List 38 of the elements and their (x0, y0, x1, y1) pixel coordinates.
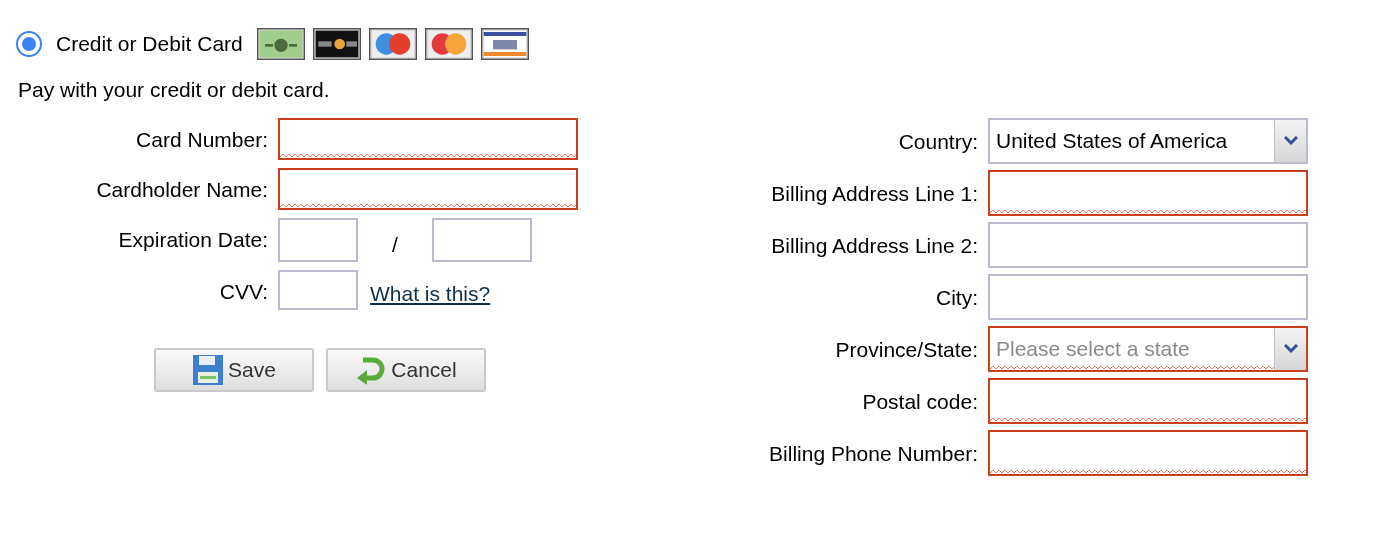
chevron-down-icon (1283, 136, 1298, 145)
field-label: Card Number: (135, 126, 269, 153)
field-label: City: (935, 284, 979, 311)
input-field[interactable] (988, 377, 1308, 424)
card-logo-icon (254, 28, 307, 60)
field-label: Billing Address Line 2: (770, 232, 979, 259)
chevron-down-icon (1283, 344, 1298, 353)
input-field[interactable] (988, 169, 1308, 216)
card-logo-icon (422, 28, 475, 60)
dropdown-placeholder: Please select a state (996, 335, 1190, 362)
cancel-button[interactable]: Cancel (326, 347, 486, 392)
field-label: Expiration Date: (117, 226, 269, 253)
field-label: Billing Address Line 1: (770, 180, 979, 207)
card-logo-icon (478, 28, 531, 60)
input-field[interactable] (988, 221, 1308, 268)
field-label: Postal code: (861, 388, 979, 415)
card-logo-icon (310, 28, 363, 60)
help-link[interactable]: What is this? (370, 278, 491, 310)
input-field[interactable] (278, 167, 578, 210)
dropdown-value: United States of America (996, 127, 1228, 154)
card-logo-icon (366, 28, 419, 60)
save-button[interactable]: Save (154, 347, 314, 392)
payment-option-label: Credit or Debit Card (56, 31, 243, 58)
date-separator: / (392, 231, 398, 258)
input-field[interactable] (278, 117, 578, 160)
radio-button[interactable] (16, 31, 42, 57)
input-field[interactable] (988, 273, 1308, 320)
field-label: Billing Phone Number: (768, 440, 979, 467)
input-field[interactable] (278, 217, 358, 262)
field-label: Province/State: (834, 336, 979, 363)
input-field[interactable] (431, 217, 532, 262)
field-label: Cardholder Name: (95, 176, 269, 203)
input-field[interactable] (988, 429, 1308, 476)
field-label: Country: (897, 128, 979, 155)
input-field[interactable] (278, 269, 358, 310)
description: Pay with your credit or debit card. (18, 77, 331, 103)
dropdown[interactable]: United States of America (988, 117, 1308, 164)
field-label: CVV: (218, 278, 269, 305)
